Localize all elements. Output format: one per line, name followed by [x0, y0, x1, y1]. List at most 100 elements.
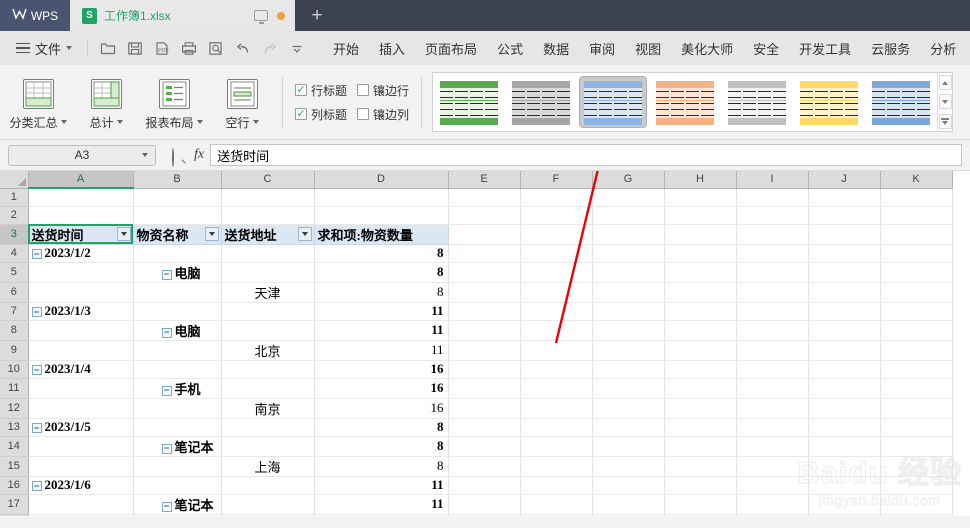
cell-D8[interactable]: 11	[314, 320, 449, 341]
column-header-K[interactable]: K	[880, 171, 953, 189]
cell-E6[interactable]	[448, 282, 521, 303]
ribbon-tab-security[interactable]: 安全	[743, 39, 789, 58]
chevron-down-icon[interactable]	[142, 153, 148, 157]
column-header-checkbox[interactable]: 列标题	[295, 106, 347, 123]
cell-E11[interactable]	[448, 378, 521, 399]
cell-E5[interactable]	[448, 262, 521, 283]
column-header-G[interactable]: G	[592, 171, 665, 189]
cell-H5[interactable]	[664, 262, 737, 283]
cell-B2[interactable]	[133, 206, 222, 225]
cell-E2[interactable]	[448, 206, 521, 225]
cell-B4[interactable]	[133, 243, 222, 263]
column-header-D[interactable]: D	[314, 171, 449, 189]
collapse-icon[interactable]: −	[161, 269, 172, 280]
cell-D5[interactable]: 8	[314, 262, 449, 283]
cell-K1[interactable]	[880, 188, 953, 207]
cell-E10[interactable]	[448, 359, 521, 379]
cell-F7[interactable]	[520, 301, 593, 321]
cell-B5[interactable]: − 电脑	[133, 262, 222, 283]
cell-I17[interactable]	[736, 494, 809, 515]
scroll-up-icon[interactable]	[938, 75, 952, 91]
column-header-J[interactable]: J	[808, 171, 881, 189]
cell-K3[interactable]	[880, 224, 953, 245]
cell-I2[interactable]	[736, 206, 809, 225]
cell-A16[interactable]: −2023/1/6	[28, 475, 134, 495]
cell-K6[interactable]	[880, 282, 953, 303]
cell-B13[interactable]	[133, 417, 222, 437]
cell-C5[interactable]	[221, 262, 315, 283]
column-header-F[interactable]: F	[520, 171, 593, 189]
filter-dropdown-icon[interactable]	[204, 226, 219, 241]
ribbon-tab-analyze[interactable]: 分析	[920, 39, 966, 58]
cell-E18[interactable]	[448, 514, 521, 516]
cell-C7[interactable]	[221, 301, 315, 321]
cell-F8[interactable]	[520, 320, 593, 341]
cell-C17[interactable]	[221, 494, 315, 515]
table-style-style-light-blue[interactable]	[868, 77, 935, 127]
cell-B14[interactable]: − 笔记本	[133, 436, 222, 457]
cell-D6[interactable]: 8	[314, 282, 449, 303]
cell-A2[interactable]	[28, 206, 134, 225]
cell-E8[interactable]	[448, 320, 521, 341]
cell-C1[interactable]	[221, 188, 315, 207]
cell-H8[interactable]	[664, 320, 737, 341]
cell-D1[interactable]	[314, 188, 449, 207]
cell-H10[interactable]	[664, 359, 737, 379]
cell-B17[interactable]: − 笔记本	[133, 494, 222, 515]
cell-K12[interactable]	[880, 398, 953, 419]
report-layout-button[interactable]: 报表布局	[140, 74, 208, 131]
cell-K13[interactable]	[880, 417, 953, 437]
banded-rows-checkbox[interactable]: 镶边行	[357, 82, 409, 99]
cell-G18[interactable]	[592, 514, 665, 516]
row-header-3[interactable]: 3	[0, 224, 29, 245]
ribbon-tab-beautify[interactable]: 美化大师	[671, 39, 743, 58]
cell-G13[interactable]	[592, 417, 665, 437]
cell-B6[interactable]	[133, 282, 222, 303]
cell-J17[interactable]	[808, 494, 881, 515]
collapse-icon[interactable]: −	[161, 385, 172, 396]
row-header-13[interactable]: 13	[0, 418, 29, 437]
cell-E14[interactable]	[448, 436, 521, 457]
cell-H7[interactable]	[664, 301, 737, 321]
customize-qat-icon[interactable]	[284, 36, 309, 60]
cell-J14[interactable]	[808, 436, 881, 457]
cell-H12[interactable]	[664, 398, 737, 419]
table-style-style-yellow[interactable]	[796, 77, 863, 127]
row-header-17[interactable]: 17	[0, 494, 29, 515]
cell-E4[interactable]	[448, 243, 521, 263]
cell-D16[interactable]: 11	[314, 475, 449, 495]
cell-C18[interactable]: 合肥	[221, 514, 315, 516]
cell-G5[interactable]	[592, 262, 665, 283]
wps-brand-badge[interactable]: WPS	[0, 0, 70, 31]
cell-J12[interactable]	[808, 398, 881, 419]
cell-H4[interactable]	[664, 243, 737, 263]
table-style-style-gray[interactable]	[508, 77, 575, 127]
open-icon[interactable]	[95, 36, 120, 60]
cell-K2[interactable]	[880, 206, 953, 225]
cell-D14[interactable]: 8	[314, 436, 449, 457]
cell-D15[interactable]: 8	[314, 456, 449, 477]
collapse-icon[interactable]: −	[161, 501, 172, 512]
row-header-15[interactable]: 15	[0, 456, 29, 477]
row-header-14[interactable]: 14	[0, 436, 29, 457]
column-header-C[interactable]: C	[221, 171, 315, 189]
cell-G9[interactable]	[592, 340, 665, 361]
banded-columns-checkbox[interactable]: 镶边列	[357, 106, 409, 123]
cell-J1[interactable]	[808, 188, 881, 207]
cell-J7[interactable]	[808, 301, 881, 321]
cell-H9[interactable]	[664, 340, 737, 361]
formula-input[interactable]: 送货时间	[210, 144, 962, 166]
cell-C11[interactable]	[221, 378, 315, 399]
cell-F14[interactable]	[520, 436, 593, 457]
cell-I15[interactable]	[736, 456, 809, 477]
table-style-style-blue[interactable]	[579, 76, 648, 128]
cell-G3[interactable]	[592, 224, 665, 245]
cell-F12[interactable]	[520, 398, 593, 419]
cell-I7[interactable]	[736, 301, 809, 321]
cell-K16[interactable]	[880, 475, 953, 495]
cell-A1[interactable]	[28, 188, 134, 207]
collapse-icon[interactable]: −	[31, 481, 42, 492]
cell-A13[interactable]: −2023/1/5	[28, 417, 134, 437]
ribbon-tab-review[interactable]: 审阅	[579, 39, 625, 58]
row-header-10[interactable]: 10	[0, 360, 29, 379]
